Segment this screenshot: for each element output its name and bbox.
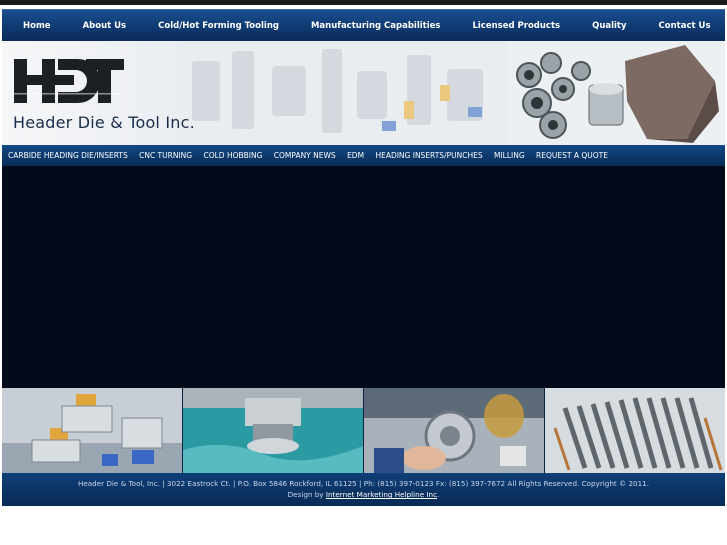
top-border [0,0,727,5]
header-banner: Header Die & Tool Inc. [2,41,725,145]
gallery-photo-inspection [364,388,544,473]
subnav-heading-inserts[interactable]: HEADING INSERTS/PUNCHES [370,151,489,160]
footer-credit: Design by Internet Marketing Helpline In… [2,489,725,500]
machinery-photo [182,41,512,145]
nav-quality[interactable]: Quality [576,21,642,31]
site-footer: Header Die & Tool, Inc. | 3022 Eastrock … [2,473,725,506]
services-nav: CARBIDE HEADING DIE/INSERTS CNC TURNING … [2,145,725,166]
nav-licensed-products[interactable]: Licensed Products [456,21,576,31]
footer-credit-prefix: Design by [287,490,326,499]
subnav-cnc-turning[interactable]: CNC TURNING [133,151,197,160]
footer-credit-suffix: . [437,490,440,499]
photo-gallery [2,388,725,473]
subnav-cold-hobbing[interactable]: COLD HOBBING [198,151,268,160]
main-content-area [2,166,725,388]
nav-contact-us[interactable]: Contact Us [643,21,727,31]
subnav-carbide-heading-die[interactable]: CARBIDE HEADING DIE/INSERTS [2,151,133,160]
nav-about-us[interactable]: About Us [67,21,143,31]
gallery-photo-carbide-rods [545,388,725,473]
nav-forming-tooling[interactable]: Cold/Hot Forming Tooling [142,21,295,31]
subnav-request-quote[interactable]: REQUEST A QUOTE [530,151,613,160]
nav-manufacturing-capabilities[interactable]: Manufacturing Capabilities [295,21,457,31]
tooling-parts-photo [507,41,725,145]
designer-link[interactable]: Internet Marketing Helpline Inc [326,490,437,499]
hdt-logo-icon [14,59,124,103]
subnav-milling[interactable]: MILLING [488,151,530,160]
subnav-edm[interactable]: EDM [341,151,369,160]
main-nav: Home About Us Cold/Hot Forming Tooling M… [2,9,725,41]
footer-contact-info: Header Die & Tool, Inc. | 3022 Eastrock … [77,479,650,488]
subnav-company-news[interactable]: COMPANY NEWS [268,151,341,160]
company-name: Header Die & Tool Inc. [13,113,195,132]
gallery-photo-edm [183,388,363,473]
page-frame: Home About Us Cold/Hot Forming Tooling M… [2,9,725,506]
nav-home[interactable]: Home [2,21,67,31]
gallery-photo-fixtures [2,388,182,473]
